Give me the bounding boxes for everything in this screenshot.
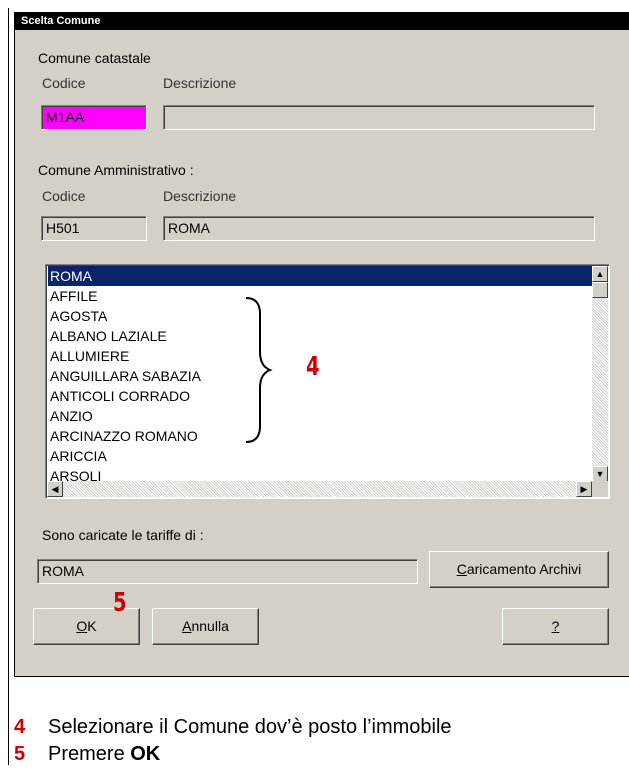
ok-accelerator: O xyxy=(76,618,88,634)
catastale-code-field[interactable]: M1AA xyxy=(41,105,147,130)
note-4: 4 Selezionare il Comune dov’è posto l’imm… xyxy=(14,716,452,739)
vertical-scroll-thumb[interactable] xyxy=(592,282,608,298)
annulla-label: nnulla xyxy=(191,618,229,634)
caricamento-label: aricamento Archivi xyxy=(466,561,582,577)
scroll-right-icon[interactable]: ▶ xyxy=(576,481,592,497)
note-4-text: Selezionare il Comune dov’è posto l’immo… xyxy=(48,716,452,738)
list-item[interactable]: ALBANO LAZIALE xyxy=(48,326,592,346)
caricamento-accelerator: C xyxy=(456,561,467,577)
list-item-selected[interactable]: ROMA xyxy=(48,266,592,286)
scroll-up-icon[interactable]: ▲ xyxy=(592,266,608,282)
ok-label: K xyxy=(87,618,97,634)
note-5-text: Premere xyxy=(48,743,131,765)
dialog-title: Scelta Comune xyxy=(15,12,629,30)
scrollbar-corner xyxy=(592,481,608,497)
help-button[interactable]: ? xyxy=(502,608,609,645)
catastale-desc-field[interactable] xyxy=(163,105,595,130)
comuni-listbox[interactable]: ROMA AFFILE AGOSTA ALBANO LAZIALE ALLUMI… xyxy=(45,264,610,499)
annulla-button[interactable]: Annulla xyxy=(152,608,259,645)
tariffe-field[interactable]: ROMA xyxy=(37,559,418,584)
list-item[interactable]: ANGUILLARA SABAZIA xyxy=(48,366,592,386)
list-item[interactable]: ALLUMIERE xyxy=(48,346,592,366)
list-item[interactable]: ANZIO xyxy=(48,406,592,426)
left-margin-line xyxy=(8,8,9,765)
note-5: 5 Premere OK xyxy=(14,743,160,766)
catastale-code-label: Codice xyxy=(42,75,86,91)
amministrativo-heading: Comune Amministrativo : xyxy=(38,162,194,178)
note-4-number: 4 xyxy=(14,716,26,738)
scroll-down-icon[interactable]: ▼ xyxy=(592,466,608,482)
vertical-scrollbar[interactable]: ▲ ▼ xyxy=(592,266,608,482)
annotation-marker-5: 5 xyxy=(113,588,127,618)
amministrativo-code-label: Codice xyxy=(42,188,86,204)
amministrativo-desc-field[interactable]: ROMA xyxy=(163,216,595,241)
annotation-marker-4: 4 xyxy=(306,352,320,382)
horizontal-scrollbar[interactable]: ◀ ▶ xyxy=(47,481,592,497)
scroll-left-icon[interactable]: ◀ xyxy=(47,481,63,497)
list-item[interactable]: ARCINAZZO ROMANO xyxy=(48,426,592,446)
note-5-bold: OK xyxy=(130,743,161,765)
caricamento-archivi-button[interactable]: Caricamento Archivi xyxy=(429,551,609,588)
note-5-number: 5 xyxy=(14,743,26,765)
tariffe-label: Sono caricate le tariffe di : xyxy=(42,527,204,543)
list-brace-icon xyxy=(245,297,273,443)
catastale-heading: Comune catastale xyxy=(38,50,151,66)
list-item[interactable]: ARICCIA xyxy=(48,446,592,466)
amministrativo-desc-label: Descrizione xyxy=(163,188,237,204)
scelta-comune-dialog: Scelta Comune Comune catastale Codice De… xyxy=(14,12,629,677)
list-item[interactable]: AFFILE xyxy=(48,286,592,306)
list-item[interactable]: ANTICOLI CORRADO xyxy=(48,386,592,406)
amministrativo-code-field[interactable]: H501 xyxy=(41,216,147,241)
list-item[interactable]: AGOSTA xyxy=(48,306,592,326)
catastale-desc-label: Descrizione xyxy=(163,75,237,91)
help-label: ? xyxy=(551,618,560,634)
